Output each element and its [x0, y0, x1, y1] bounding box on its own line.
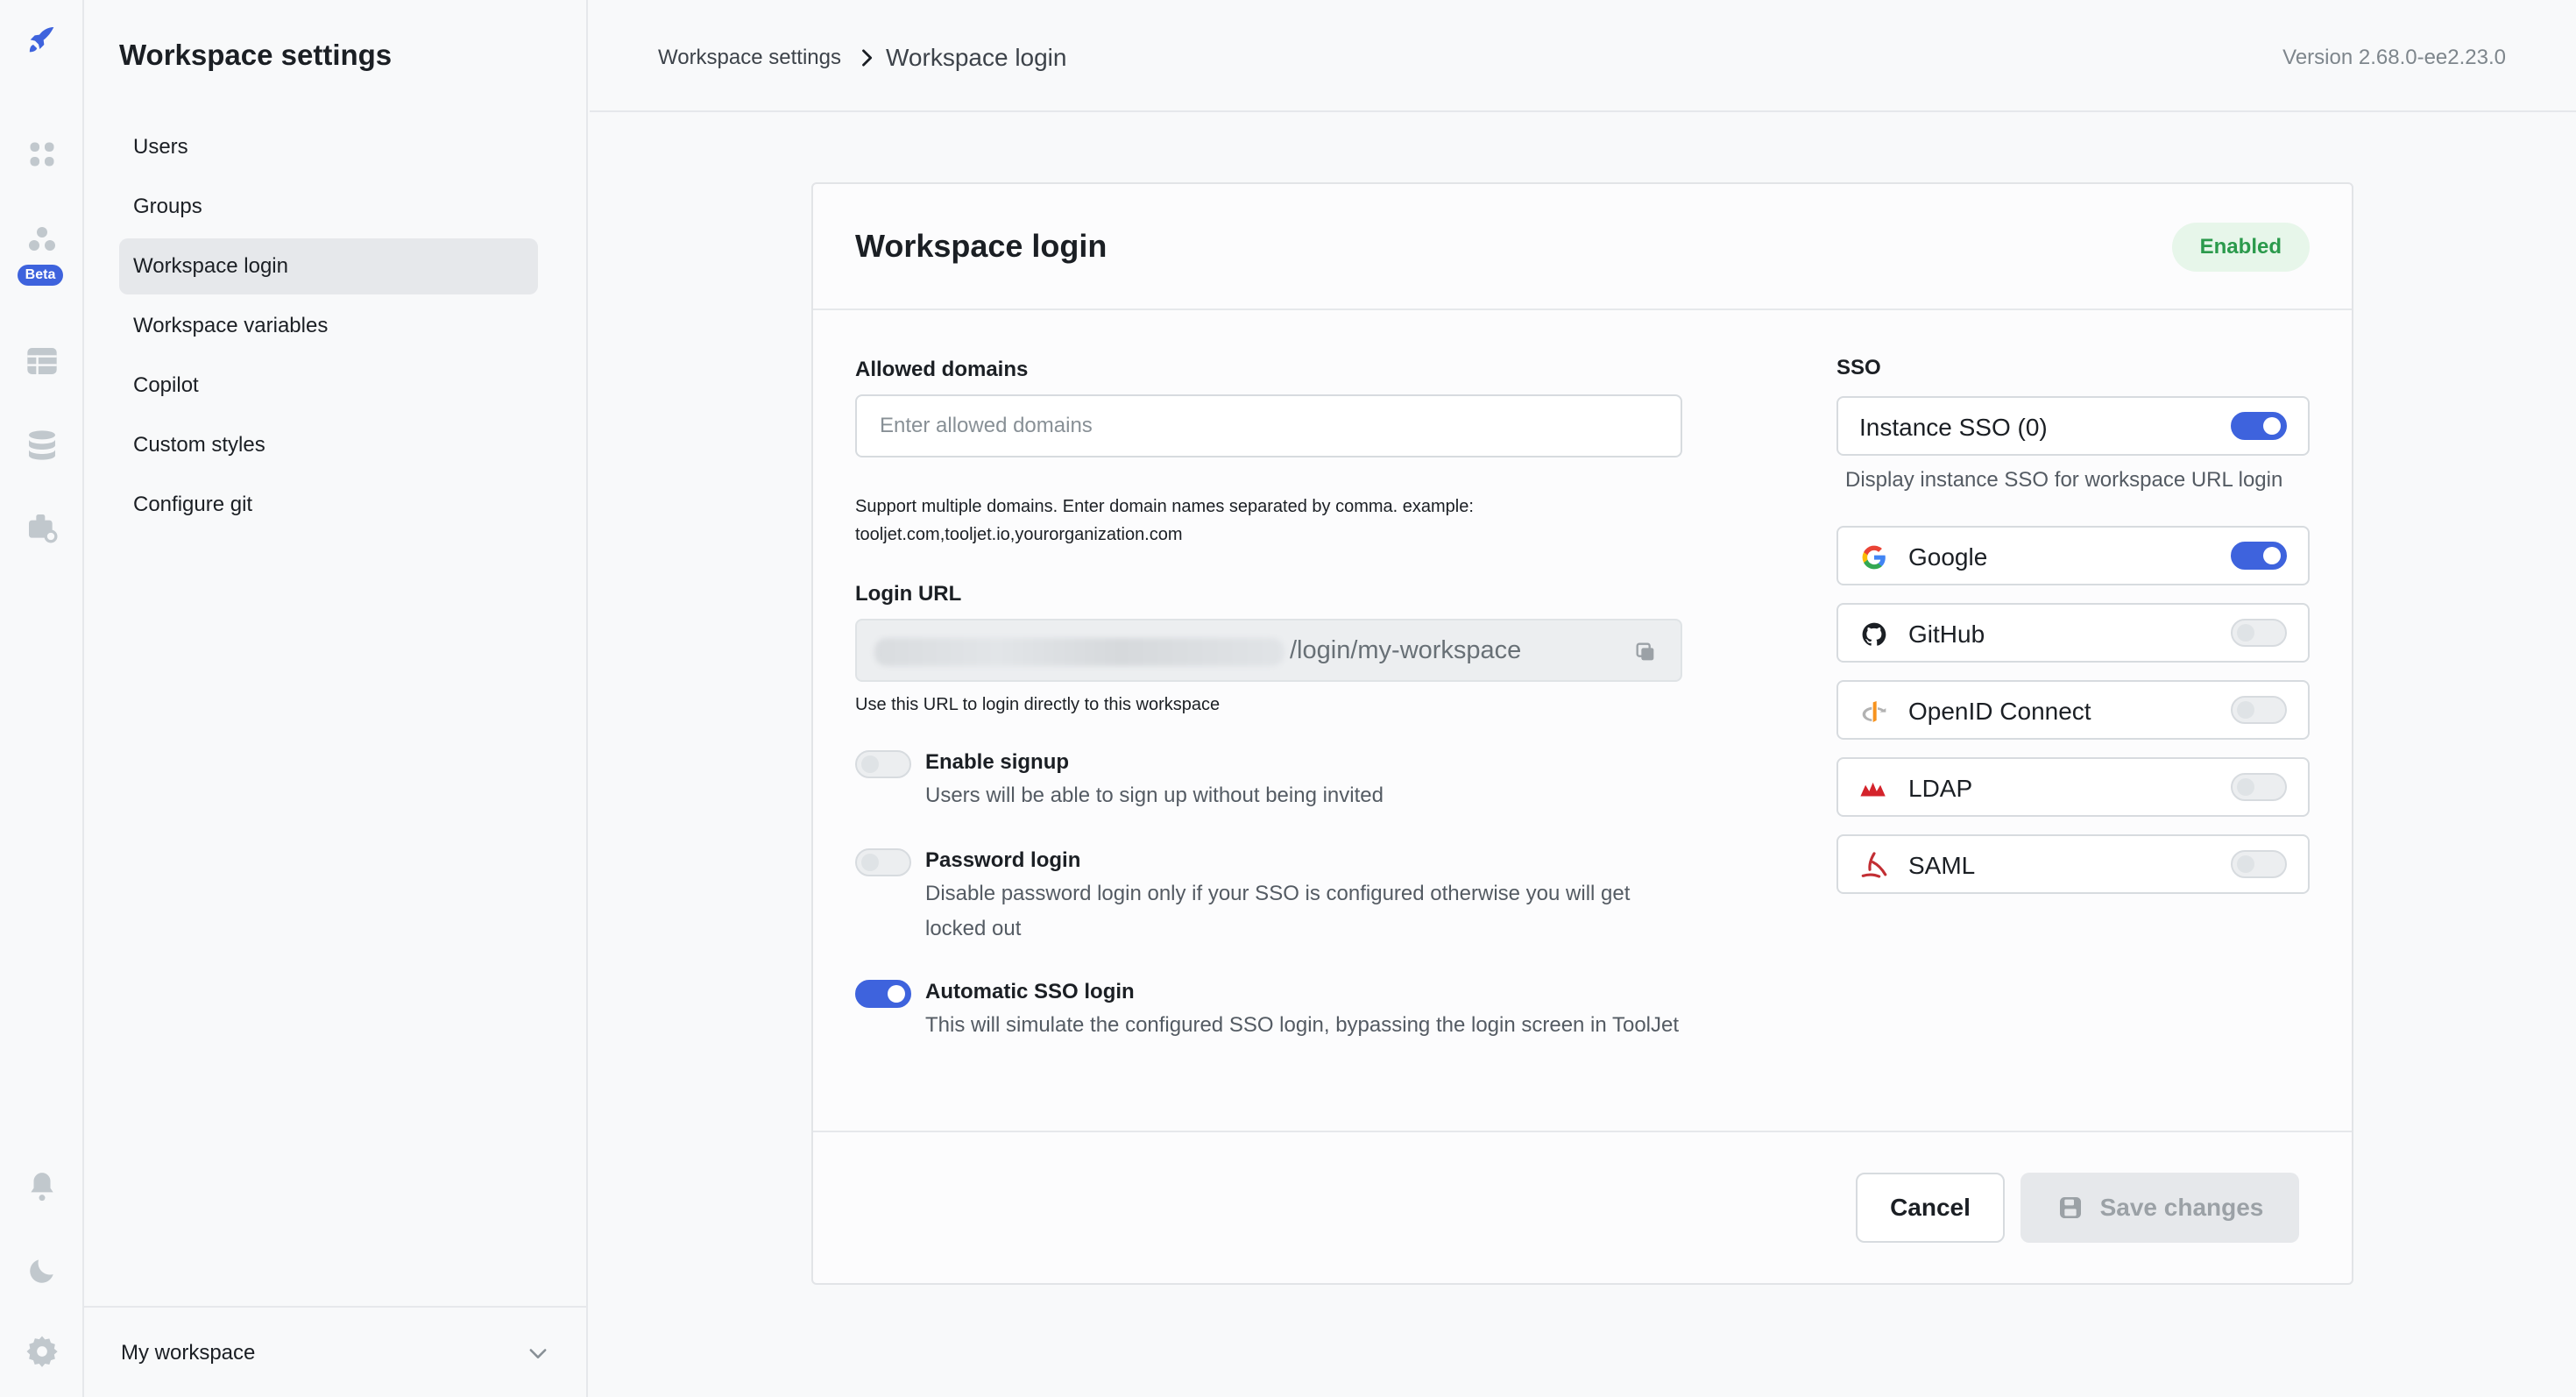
password-login-desc-line1: Disable password login only if your SSO …: [925, 882, 1631, 905]
sso-row-instance: Instance SSO (0): [1836, 396, 2310, 456]
copy-icon[interactable]: [1633, 640, 1658, 664]
apps-grid-icon[interactable]: [25, 137, 60, 172]
sidebar-item-configure-git[interactable]: Configure git: [119, 477, 538, 533]
marketplace-icon[interactable]: [25, 510, 60, 545]
sso-row-google[interactable]: Google: [1836, 526, 2310, 585]
sso-row-openid[interactable]: OpenID Connect: [1836, 680, 2310, 740]
sso-saml-name: SAML: [1908, 852, 1976, 879]
sso-openid-name: OpenID Connect: [1908, 698, 2091, 725]
sso-github-toggle[interactable]: [2231, 619, 2287, 647]
breadcrumb-parent[interactable]: Workspace settings: [658, 46, 841, 70]
password-login-title: Password login: [925, 848, 1081, 872]
allowed-domains-label: Allowed domains: [855, 358, 1029, 381]
sidebar-item-workspace-login[interactable]: Workspace login: [119, 238, 538, 294]
sidebar-item-custom-styles[interactable]: Custom styles: [119, 417, 538, 473]
enable-signup-title: Enable signup: [925, 750, 1070, 774]
workspace-login-card: Workspace login Enabled Allowed domains …: [811, 182, 2353, 1285]
sso-instance-name: Instance SSO (0): [1859, 414, 2048, 441]
sso-instance-hint: Display instance SSO for workspace URL l…: [1845, 468, 2283, 492]
sidebar-item-groups[interactable]: Groups: [119, 179, 538, 235]
save-changes-label: Save changes: [2099, 1194, 2264, 1221]
sso-row-saml[interactable]: SAML: [1836, 834, 2310, 894]
saml-icon: [1859, 851, 1889, 881]
sidebar-item-copilot[interactable]: Copilot: [119, 358, 538, 414]
datasources-icon[interactable]: [25, 428, 60, 463]
sso-saml-toggle[interactable]: [2231, 850, 2287, 878]
database-table-icon[interactable]: [25, 344, 60, 379]
rocket-logo-icon[interactable]: [25, 23, 60, 58]
sso-row-ldap[interactable]: LDAP: [1836, 757, 2310, 817]
sidebar-item-users[interactable]: Users: [119, 119, 538, 175]
status-badge: Enabled: [2171, 223, 2310, 272]
sso-row-github[interactable]: GitHub: [1836, 603, 2310, 663]
beta-badge: Beta: [18, 265, 63, 286]
login-url-help: Use this URL to login directly to this w…: [855, 695, 1221, 714]
sso-instance-toggle[interactable]: [2231, 412, 2287, 440]
settings-sidebar: Workspace settings Users Groups Workspac…: [84, 0, 588, 1397]
icon-rail: Beta: [0, 0, 84, 1397]
sso-openid-toggle[interactable]: [2231, 696, 2287, 724]
google-icon: [1859, 542, 1889, 572]
workflows-icon[interactable]: [25, 223, 60, 258]
sso-google-toggle[interactable]: [2231, 542, 2287, 570]
password-login-desc-line2: locked out: [925, 917, 1022, 940]
notification-bell-icon[interactable]: [25, 1169, 60, 1204]
openid-icon: [1859, 697, 1889, 727]
login-url-field[interactable]: /login/my-workspace: [855, 619, 1682, 682]
breadcrumb-current: Workspace login: [886, 44, 1067, 71]
ldap-icon: [1859, 774, 1889, 804]
login-url-path: /login/my-workspace: [1290, 636, 1522, 664]
save-disk-icon: [2059, 1197, 2081, 1218]
github-icon: [1859, 620, 1889, 649]
allowed-domains-help-line1: Support multiple domains. Enter domain n…: [855, 497, 1474, 516]
card-title: Workspace login: [855, 228, 1108, 264]
chevron-down-icon: [529, 1349, 547, 1358]
sidebar-item-workspace-variables[interactable]: Workspace variables: [119, 298, 538, 354]
login-url-host-redacted: [874, 638, 1284, 666]
sso-github-name: GitHub: [1908, 620, 1985, 648]
theme-moon-icon[interactable]: [25, 1253, 60, 1288]
allowed-domains-input[interactable]: [855, 394, 1682, 457]
cancel-button[interactable]: Cancel: [1856, 1173, 2005, 1243]
sso-google-name: Google: [1908, 543, 1988, 571]
workspace-name: My workspace: [121, 1341, 256, 1365]
chevron-right-icon: [862, 49, 873, 67]
version-label: Version 2.68.0-ee2.23.0: [2282, 46, 2506, 69]
settings-gear-icon[interactable]: [25, 1334, 60, 1369]
automatic-sso-desc: This will simulate the configured SSO lo…: [925, 1013, 1680, 1037]
card-header: Workspace login Enabled: [813, 184, 2352, 310]
sidebar-title: Workspace settings: [119, 39, 393, 71]
save-changes-button[interactable]: Save changes: [2020, 1173, 2299, 1243]
sso-section-label: SSO: [1836, 356, 1881, 379]
enable-signup-desc: Users will be able to sign up without be…: [925, 784, 1384, 807]
sso-ldap-toggle[interactable]: [2231, 773, 2287, 801]
login-url-label: Login URL: [855, 582, 962, 606]
enable-signup-toggle[interactable]: [855, 750, 911, 778]
sidebar-footer: My workspace: [84, 1306, 586, 1397]
workspace-switcher[interactable]: My workspace: [121, 1329, 550, 1378]
allowed-domains-help-line2: tooljet.com,tooljet.io,yourorganization.…: [855, 525, 1183, 544]
sso-ldap-name: LDAP: [1908, 775, 1973, 802]
page-header: Workspace settings Workspace login Versi…: [590, 0, 2576, 112]
password-login-toggle[interactable]: [855, 848, 911, 876]
automatic-sso-toggle[interactable]: [855, 980, 911, 1008]
automatic-sso-title: Automatic SSO login: [925, 980, 1135, 1003]
